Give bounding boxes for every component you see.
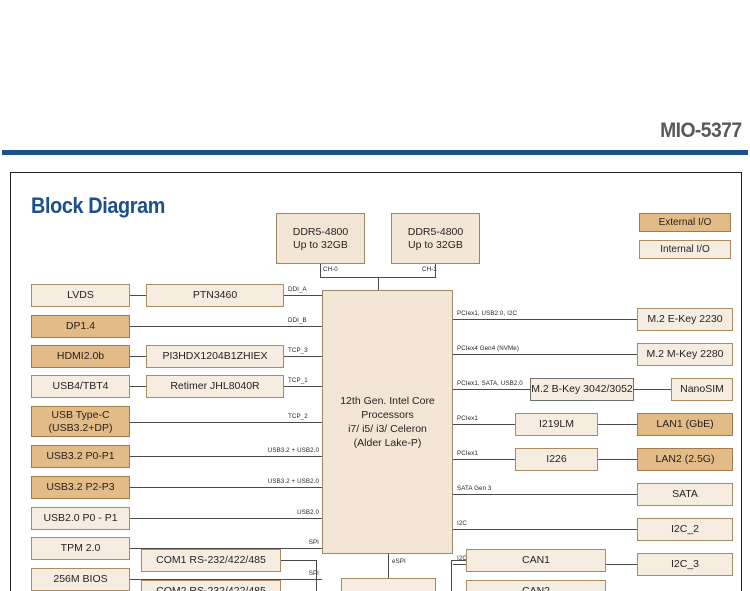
wire-usb20-cpu: [130, 518, 322, 519]
wire-can1-bus: [451, 560, 466, 561]
io-block-usb32-p2p3: USB3.2 P2-P3: [31, 476, 130, 499]
wire-cpu-bkey: [453, 389, 530, 390]
wire-i219lm-lan1: [598, 424, 637, 425]
io-block-can2: CAN2: [466, 580, 606, 591]
wire-bridge-cpu-2: [284, 356, 322, 357]
signal-ddi-b: DDI_B: [288, 317, 307, 324]
wire-hdmi-bridge: [130, 356, 146, 357]
io-block-com1: COM1 RS-232/422/485: [141, 549, 281, 572]
io-block-usb32-p0p1: USB3.2 P0-P1: [31, 445, 130, 468]
wire-com-bus-vertical: [316, 560, 317, 591]
io-block-lvds: LVDS: [31, 284, 130, 307]
io-block-tpm: TPM 2.0: [31, 537, 130, 560]
signal-ddi-a: DDI_A: [288, 286, 307, 293]
wire-ch0-vertical: [320, 264, 321, 277]
wire-cpu-sata: [453, 494, 637, 495]
wire-cpu-i2c2: [453, 529, 637, 530]
phy-block-i219lm: I219LM: [515, 413, 598, 436]
signal-pciex1-sata-usb20: PCIex1, SATA, USB2.0: [457, 380, 523, 387]
signal-pciex1-lan1: PCIex1: [457, 415, 478, 422]
bridge-block-pi3hdx: PI3HDX1204B1ZHIEX: [146, 345, 284, 368]
signal-tcp-2: TCP_2: [288, 413, 308, 420]
page-title: MIO-5377: [660, 119, 743, 142]
wire-usb4-bridge: [130, 386, 146, 387]
signal-ch0: CH-0: [323, 266, 338, 273]
header-divider: [2, 150, 748, 155]
bridge-block-ptn3460: PTN3460: [146, 284, 284, 307]
signal-espi: eSPI: [392, 558, 406, 565]
memory-block-ch1: DDR5-4800 Up to 32GB: [391, 213, 480, 264]
io-block-dp14: DP1.4: [31, 315, 130, 338]
legend-internal-io: Internal I/O: [639, 240, 731, 259]
io-block-lan2: LAN2 (2.5G): [637, 448, 733, 471]
signal-pciex1-lan2: PCIex1: [457, 450, 478, 457]
diagram-panel: Block Diagram External I/O Internal I/O …: [10, 172, 742, 591]
wire-dp14-cpu: [130, 326, 322, 327]
panel-title: Block Diagram: [31, 193, 165, 218]
signal-sata-gen3: SATA Gen 3: [457, 485, 492, 492]
signal-spi-tpm: SPI: [308, 539, 319, 546]
signal-usb32-usb20-b: USB3.2 + USB2.0: [267, 478, 319, 485]
io-block-com2: COM2 RS-232/422/485: [141, 580, 281, 591]
wire-usb32-p0p1-cpu: [130, 456, 322, 457]
wire-cpu-mkey: [453, 354, 637, 355]
wire-cpu-i226: [453, 459, 515, 460]
memory-block-ch0: DDR5-4800 Up to 32GB: [276, 213, 365, 264]
legend-external-io: External I/O: [639, 213, 731, 232]
cpu-block: 12th Gen. Intel Core Processors i7/ i5/ …: [322, 290, 453, 554]
wire-bridge-cpu-3: [284, 386, 322, 387]
bridge-block-retimer: Retimer JHL8040R: [146, 375, 284, 398]
wire-can-bus-vertical: [451, 560, 452, 591]
wire-memory-to-cpu: [378, 277, 379, 290]
espi-controller-block: [341, 578, 436, 591]
io-block-sata: SATA: [637, 483, 733, 506]
wire-bridge-cpu-0: [284, 295, 322, 296]
wire-lvds-bridge: [130, 295, 146, 296]
signal-usb20: USB2.0: [297, 509, 319, 516]
signal-pciex1-usb20-i2c: PCIex1, USB2.0, I2C: [457, 310, 518, 317]
io-block-nanosim: NanoSIM: [671, 378, 733, 401]
wire-usb32-p2p3-cpu: [130, 487, 322, 488]
signal-tcp-1: TCP_1: [288, 377, 308, 384]
signal-i2c-2: I2C: [457, 520, 467, 527]
wire-com1-bus: [281, 560, 316, 561]
wire-ch1-vertical: [435, 264, 436, 277]
wire-typec-cpu: [130, 422, 322, 423]
io-block-m2-mkey: M.2 M-Key 2280: [637, 343, 733, 366]
io-block-usb4: USB4/TBT4: [31, 375, 130, 398]
io-block-bios: 256M BIOS: [31, 568, 130, 591]
io-block-usb-type-c: USB Type-C (USB3.2+DP): [31, 406, 130, 437]
signal-usb32-usb20-a: USB3.2 + USB2.0: [267, 447, 319, 454]
block-diagram-page: MIO-5377 Block Diagram External I/O Inte…: [0, 0, 750, 591]
signal-tcp-3: TCP_3: [288, 347, 308, 354]
io-block-m2-bkey: M.2 B-Key 3042/3052: [530, 378, 634, 401]
io-block-hdmi: HDMI2.0b: [31, 345, 130, 368]
io-block-i2c3: I2C_3: [637, 553, 733, 576]
io-block-m2-ekey: M.2 E-Key 2230: [637, 308, 733, 331]
io-block-usb20: USB2.0 P0 - P1: [31, 507, 130, 530]
wire-i226-lan2: [598, 459, 637, 460]
io-block-can1: CAN1: [466, 549, 606, 572]
wire-cpu-i219lm: [453, 424, 515, 425]
wire-cpu-espi: [388, 554, 389, 578]
wire-bkey-nanosim: [634, 389, 671, 390]
wire-cpu-ekey: [453, 319, 637, 320]
signal-pciex4-nvme: PCIex4 Gen4 (NVMe): [457, 345, 519, 352]
io-block-lan1: LAN1 (GbE): [637, 413, 733, 436]
io-block-i2c2: I2C_2: [637, 518, 733, 541]
phy-block-i226: I226: [515, 448, 598, 471]
